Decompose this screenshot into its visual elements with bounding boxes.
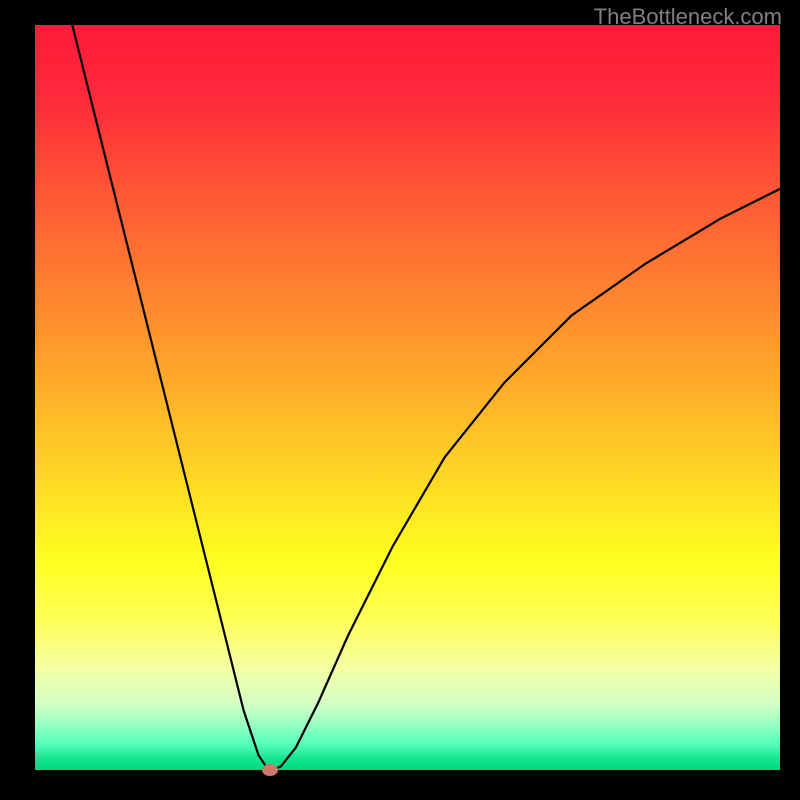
curve-svg [35, 25, 780, 770]
minimum-marker [262, 764, 278, 776]
plot-area [35, 25, 780, 770]
watermark-text: TheBottleneck.com [594, 4, 782, 30]
bottleneck-curve-path [72, 25, 780, 770]
